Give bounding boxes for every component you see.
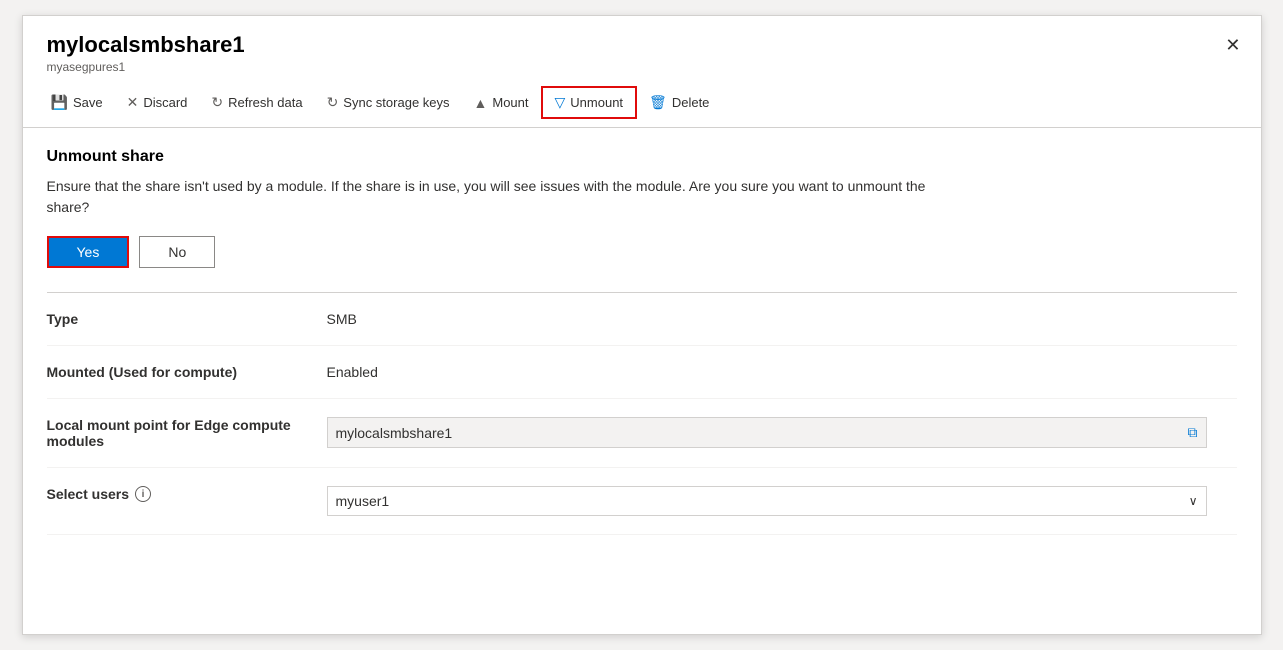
select-users-dropdown[interactable]: myuser1 ∨ [327,486,1207,516]
mounted-row: Mounted (Used for compute) Enabled [47,346,1237,399]
unmount-button[interactable]: ▽ Unmount [541,86,638,119]
select-users-row: Select users i myuser1 ∨ [47,468,1237,535]
unmount-share-title: Unmount share [47,148,1237,166]
toolbar: 💾 Save ✕ Discard ↻ Refresh data ↻ Sync s… [23,78,1261,128]
save-icon: 💾 [51,94,68,111]
mount-button[interactable]: ▲ Mount [462,89,541,117]
type-label: Type [47,311,327,327]
sync-icon: ↻ [327,94,339,111]
mounted-value: Enabled [327,364,1237,380]
refresh-button[interactable]: ↻ Refresh data [199,88,314,117]
delete-icon: 🗑 [649,94,667,111]
discard-button[interactable]: ✕ Discard [115,88,200,117]
type-value: SMB [327,311,1237,327]
no-button[interactable]: No [139,236,215,268]
select-users-label: Select users i [47,486,327,502]
copy-icon[interactable]: ⧉ [1188,424,1198,441]
chevron-down-icon: ∨ [1189,494,1198,508]
delete-button[interactable]: 🗑 Delete [637,88,721,117]
mount-icon: ▲ [474,95,488,111]
unmount-icon: ▽ [555,94,566,111]
unmount-share-section: Unmount share Ensure that the share isn'… [47,148,1237,293]
info-icon[interactable]: i [135,486,151,502]
content-area: Unmount share Ensure that the share isn'… [23,128,1261,555]
select-users-value: myuser1 ∨ [327,486,1237,516]
type-row: Type SMB [47,293,1237,346]
panel-title: mylocalsmbshare1 [47,32,1237,58]
save-button[interactable]: 💾 Save [39,88,115,117]
yes-button[interactable]: Yes [47,236,130,268]
mounted-label: Mounted (Used for compute) [47,364,327,380]
details-section: Type SMB Mounted (Used for compute) Enab… [47,293,1237,535]
panel-header: mylocalsmbshare1 myasegpures1 ✕ [23,16,1261,78]
mount-point-input: mylocalsmbshare1 ⧉ [327,417,1207,448]
mount-point-text: mylocalsmbshare1 [336,425,1188,441]
unmount-share-description: Ensure that the share isn't used by a mo… [47,176,947,218]
mount-point-row: Local mount point for Edge compute modul… [47,399,1237,468]
panel-subtitle: myasegpures1 [47,60,1237,74]
main-panel: mylocalsmbshare1 myasegpures1 ✕ 💾 Save ✕… [22,15,1262,635]
mount-point-value: mylocalsmbshare1 ⧉ [327,417,1237,448]
sync-button[interactable]: ↻ Sync storage keys [315,88,462,117]
mount-point-label: Local mount point for Edge compute modul… [47,417,327,449]
refresh-icon: ↻ [211,94,223,111]
select-users-text: myuser1 [336,493,390,509]
discard-icon: ✕ [127,94,139,111]
close-icon: ✕ [1225,35,1240,55]
close-button[interactable]: ✕ [1221,32,1244,58]
action-buttons: Yes No [47,236,1237,268]
